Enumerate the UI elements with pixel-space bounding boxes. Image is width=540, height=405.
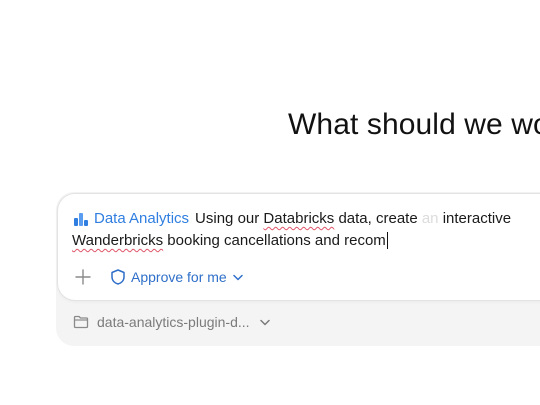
prompt-text-part: interactive xyxy=(442,210,512,227)
misspelled-word-wanderbricks: Wanderbricks xyxy=(72,232,164,249)
project-folder-label: data-analytics-plugin-d... xyxy=(97,314,250,330)
plugin-chip-data-analytics[interactable]: Data Analytics xyxy=(73,210,189,227)
chevron-down-icon xyxy=(259,319,270,325)
add-attachment-button[interactable] xyxy=(73,267,93,287)
prompt-text-part: data, create xyxy=(334,210,418,227)
approval-mode-dropdown[interactable]: Approve for me xyxy=(111,269,243,285)
bar-chart-icon xyxy=(74,212,88,226)
prompt-text-faded: an xyxy=(417,210,443,227)
project-folder-selector[interactable]: data-analytics-plugin-d... xyxy=(73,314,270,330)
folder-icon xyxy=(73,315,89,329)
text-caret xyxy=(386,232,388,249)
prompt-text-part: Using our xyxy=(195,210,264,227)
prompt-text-part: booking cancellations and recom xyxy=(163,232,386,249)
approval-mode-label: Approve for me xyxy=(131,269,227,285)
page: What should we wo Data Analytics Using o… xyxy=(0,0,540,405)
shield-icon xyxy=(111,269,125,285)
plugin-chip-label: Data Analytics xyxy=(94,210,190,227)
plus-icon xyxy=(75,269,91,285)
composer-toolbar: Approve for me xyxy=(73,266,243,288)
prompt-composer[interactable]: Data Analytics Using our Databricks data… xyxy=(57,193,540,301)
page-headline: What should we wo xyxy=(288,108,540,141)
misspelled-word-databricks: Databricks xyxy=(263,210,335,227)
prompt-line-2[interactable]: Wanderbricks booking cancellations and r… xyxy=(72,232,388,249)
chevron-down-icon xyxy=(232,274,243,280)
prompt-line-1[interactable]: Data Analytics Using our Databricks data… xyxy=(73,210,511,227)
